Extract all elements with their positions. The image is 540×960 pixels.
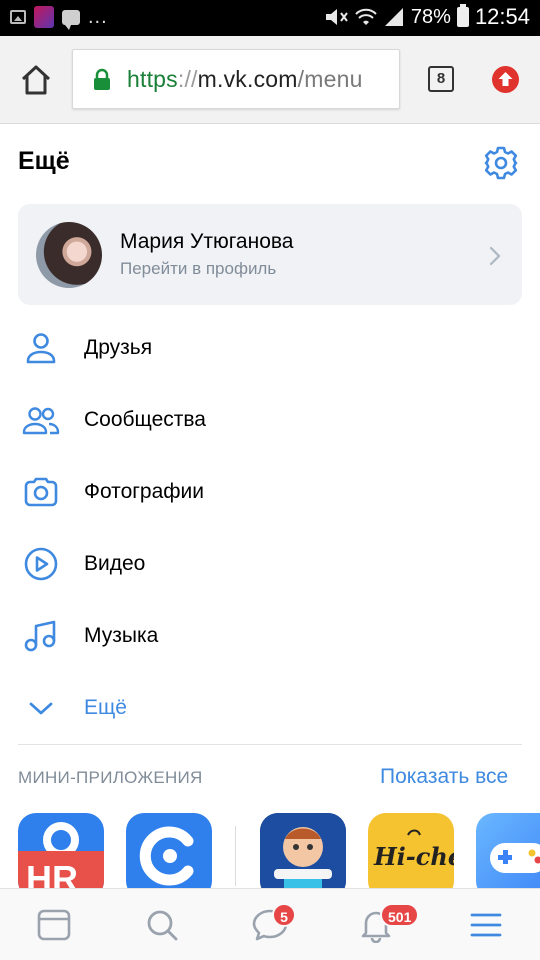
music-icon — [24, 620, 56, 652]
gear-icon[interactable] — [483, 145, 519, 181]
notification-icons: ... — [10, 6, 108, 30]
menu-item-friends[interactable]: Друзья — [0, 312, 540, 384]
search-tab-icon[interactable] — [144, 907, 180, 943]
url-host: m.vk.com — [197, 66, 298, 92]
gamepad-app-icon[interactable] — [476, 813, 540, 899]
url-scheme: https — [127, 66, 178, 92]
upload-icon[interactable] — [492, 66, 519, 93]
baby-app-icon[interactable] — [260, 813, 346, 899]
section-divider — [18, 744, 522, 745]
home-icon[interactable] — [18, 62, 54, 98]
mini-apps-title: МИНИ-ПРИЛОЖЕНИЯ — [18, 768, 203, 787]
hr-app-icon[interactable]: HR — [18, 813, 104, 899]
menu-item-more[interactable]: Ещё — [0, 672, 540, 744]
clock: 12:54 — [474, 4, 530, 29]
menu-item-communities[interactable]: Сообщества — [0, 384, 540, 456]
profile-name: Мария Утюганова — [120, 230, 294, 253]
page-title: Ещё — [18, 147, 70, 175]
messages-badge: 5 — [272, 903, 296, 927]
menu-label-friends: Друзья — [84, 336, 153, 359]
chef-app-label: Hi-chef — [373, 842, 454, 871]
profile-link-text: Перейти в профиль — [120, 259, 277, 278]
menu-label-communities: Сообщества — [84, 408, 206, 431]
profile-card[interactable]: Мария Утюганова Перейти в профиль — [18, 204, 522, 305]
messages-tab[interactable]: 5 — [252, 903, 296, 943]
users-icon — [22, 407, 60, 435]
menu-item-music[interactable]: Музыка — [0, 600, 540, 672]
c-app-icon[interactable] — [126, 813, 212, 899]
chevron-down-icon — [29, 702, 53, 715]
menu-tab-icon[interactable] — [468, 907, 504, 943]
mini-apps-separator — [235, 826, 236, 886]
menu-item-video[interactable]: Видео — [0, 528, 540, 600]
avatar — [36, 222, 102, 288]
show-all-link[interactable]: Показать все — [380, 765, 508, 789]
url-text[interactable]: https://m.vk.com/menu — [127, 66, 363, 93]
news-tab-icon[interactable] — [36, 907, 72, 943]
browser-toolbar: https://m.vk.com/menu 8 — [0, 36, 540, 124]
url-path: /menu — [297, 66, 363, 92]
notifications-badge: 501 — [380, 903, 420, 927]
camera-icon — [24, 477, 58, 507]
menu-label-photos: Фотографии — [84, 480, 205, 503]
battery-percent: 78% — [410, 5, 451, 28]
mute-icon — [325, 9, 348, 25]
url-separator: :// — [177, 66, 198, 92]
menu-item-photos[interactable]: Фотографии — [0, 456, 540, 528]
user-icon — [26, 333, 56, 364]
menu-label-more: Ещё — [84, 696, 127, 719]
address-bar[interactable]: https://m.vk.com/menu — [72, 49, 400, 109]
lock-icon — [94, 68, 110, 90]
status-bar: ... 78% 12:54 — [0, 0, 540, 36]
notifications-tab[interactable]: 501 — [358, 903, 420, 944]
bottom-tab-bar: 5 501 — [0, 888, 540, 960]
chevron-right-icon — [489, 246, 501, 266]
image-notification-icon — [10, 10, 26, 24]
wifi-icon — [355, 8, 377, 25]
app-notification-icon — [34, 6, 54, 28]
tabs-button[interactable]: 8 — [428, 66, 454, 92]
chef-app-icon[interactable]: Hi-chef — [368, 813, 454, 899]
system-indicators: 78% 12:54 — [323, 4, 530, 30]
more-notifications-indicator: ... — [88, 6, 108, 28]
menu-label-video: Видео — [84, 552, 146, 575]
battery-icon — [456, 4, 469, 27]
play-icon — [24, 547, 58, 581]
message-notification-icon — [62, 9, 80, 30]
signal-icon — [384, 8, 403, 26]
menu-label-music: Музыка — [84, 624, 159, 647]
